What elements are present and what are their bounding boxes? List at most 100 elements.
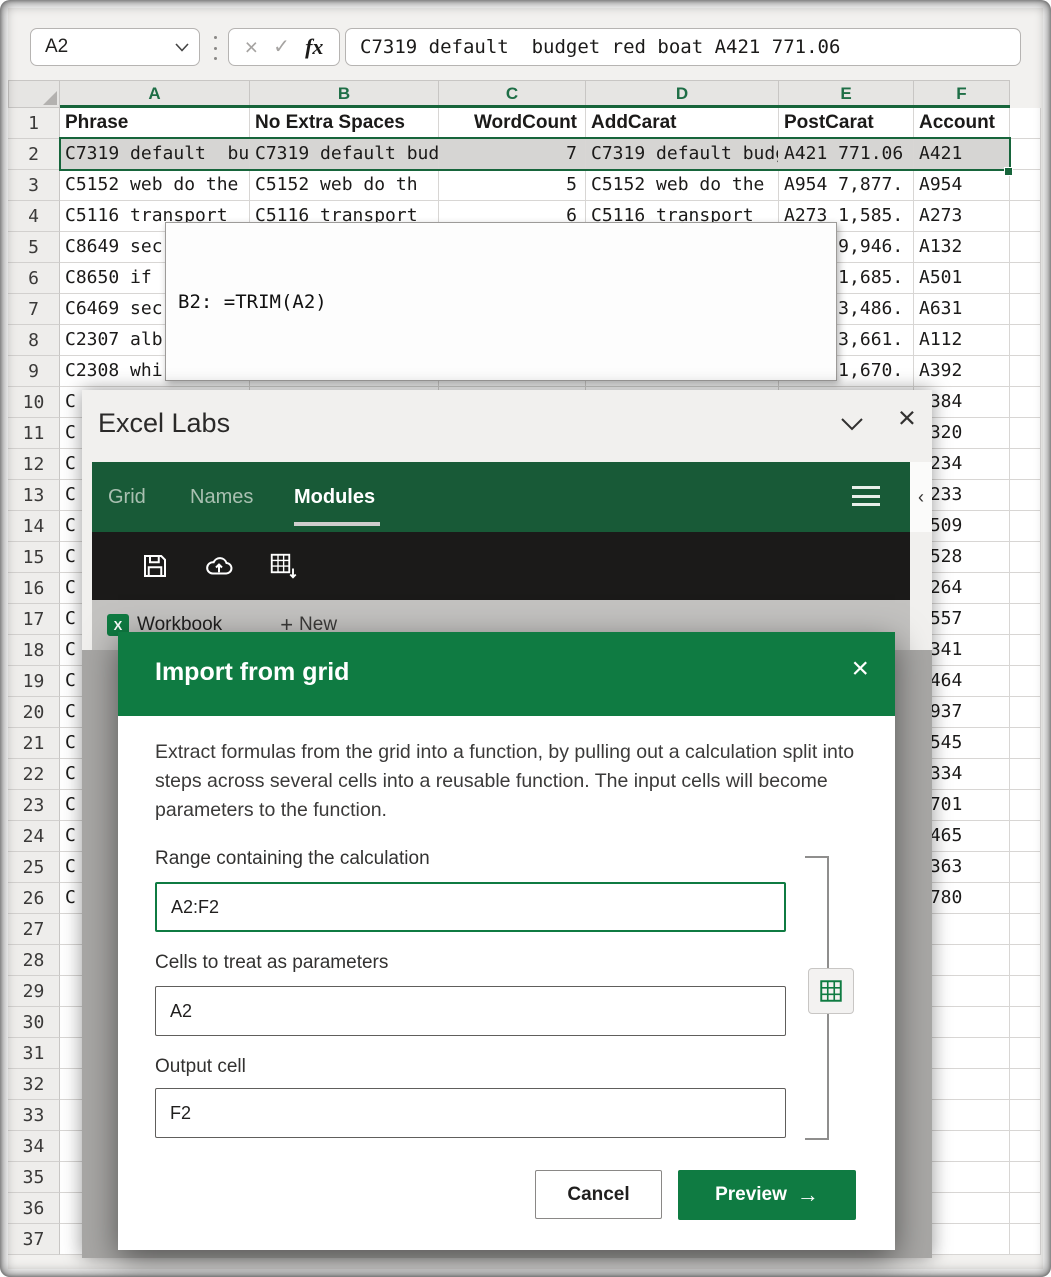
grid-cell[interactable] [1010,697,1041,728]
grid-cell[interactable]: A954 [914,170,1010,201]
grid-cell[interactable] [1010,573,1041,604]
grid-cell[interactable] [1010,1193,1041,1224]
grid-cell[interactable]: Phrase [60,108,250,139]
row-header[interactable]: 26 [8,883,60,914]
grid-cell[interactable] [1010,759,1041,790]
grid-cell[interactable] [1010,945,1041,976]
range-picker-button[interactable] [808,968,854,1014]
range-input[interactable] [155,882,786,932]
grid-cell[interactable] [1010,1100,1041,1131]
grid-cell[interactable]: 5 [439,170,586,201]
grid-cell[interactable]: A112 [914,325,1010,356]
menu-icon[interactable] [852,486,880,506]
row-header[interactable]: 5 [8,232,60,263]
grid-cell[interactable] [1010,511,1041,542]
cancel-entry-icon[interactable]: × [245,35,258,59]
grid-cell[interactable] [1010,325,1041,356]
row-header[interactable]: 23 [8,790,60,821]
row-header[interactable]: 24 [8,821,60,852]
grid-cell[interactable] [1010,418,1041,449]
row-header[interactable]: 32 [8,1069,60,1100]
grid-cell[interactable] [1010,821,1041,852]
grid-cell[interactable] [1010,1038,1041,1069]
column-header[interactable]: D [586,80,779,108]
grid-cell[interactable]: 7 [439,139,586,170]
grid-cell[interactable] [1010,914,1041,945]
grid-cell[interactable] [1010,108,1041,139]
grid-cell[interactable]: No Extra Spaces [250,108,439,139]
row-header[interactable]: 31 [8,1038,60,1069]
grid-cell[interactable]: A273 [914,201,1010,232]
grid-cell[interactable] [1010,232,1041,263]
row-header[interactable]: 34 [8,1131,60,1162]
grid-cell[interactable] [1010,139,1041,170]
select-all-corner[interactable] [8,80,60,108]
row-header[interactable]: 6 [8,263,60,294]
grid-cell[interactable] [1010,356,1041,387]
grid-cell[interactable] [1010,883,1041,914]
row-header[interactable]: 19 [8,666,60,697]
row-header[interactable]: 1 [8,108,60,139]
row-header[interactable]: 2 [8,139,60,170]
grid-cell[interactable] [1010,387,1041,418]
row-header[interactable]: 14 [8,511,60,542]
grid-cell[interactable]: C5152 web do the [586,170,779,201]
grid-cell[interactable]: C7319 default budget red boat A421 771.0… [250,139,439,170]
row-header[interactable]: 37 [8,1224,60,1255]
row-header[interactable]: 4 [8,201,60,232]
row-header[interactable]: 15 [8,542,60,573]
row-header[interactable]: 27 [8,914,60,945]
grid-cell[interactable] [1010,542,1041,573]
fill-handle[interactable] [1004,167,1013,176]
pane-close-icon[interactable]: × [898,402,916,433]
import-from-grid-icon[interactable] [268,551,298,581]
grid-cell[interactable]: A954 7,877. [779,170,914,201]
grid-cell[interactable] [1010,852,1041,883]
row-header[interactable]: 8 [8,325,60,356]
grid-cell[interactable]: A631 [914,294,1010,325]
row-header[interactable]: 35 [8,1162,60,1193]
column-header[interactable]: A [60,80,250,108]
formula-bar-input[interactable]: C7319 default budget red boat A421 771.0… [345,28,1021,66]
grid-cell[interactable]: A501 [914,263,1010,294]
row-header[interactable]: 33 [8,1100,60,1131]
grid-cell[interactable] [1010,170,1041,201]
row-header[interactable]: 20 [8,697,60,728]
row-header[interactable]: 12 [8,449,60,480]
grid-cell[interactable] [1010,1162,1041,1193]
grid-cell[interactable] [1010,1069,1041,1100]
grid-cell[interactable]: WordCount [439,108,586,139]
row-header[interactable]: 28 [8,945,60,976]
grid-cell[interactable]: Account [914,108,1010,139]
insert-function-icon[interactable]: fx [305,34,323,60]
row-header[interactable]: 7 [8,294,60,325]
enter-entry-icon[interactable]: ✓ [273,37,290,57]
row-header[interactable]: 29 [8,976,60,1007]
grid-cell[interactable]: C5152 web do th [250,170,439,201]
grid-cell[interactable] [1010,263,1041,294]
grid-cell[interactable]: C5152 web do the [60,170,250,201]
grid-cell[interactable] [1010,1007,1041,1038]
grid-cell[interactable] [1010,480,1041,511]
collapse-pane-icon[interactable]: ‹ [910,462,932,532]
row-header[interactable]: 17 [8,604,60,635]
row-header[interactable]: 13 [8,480,60,511]
preview-button[interactable]: Preview → [678,1170,856,1220]
save-icon[interactable] [140,551,170,581]
grid-cell[interactable]: A421 771.06 [779,139,914,170]
grid-cell[interactable] [1010,790,1041,821]
grid-cell[interactable] [1010,294,1041,325]
grid-cell[interactable]: C7319 default budget red boat A421 771.0… [60,139,250,170]
grid-cell[interactable]: A132 [914,232,1010,263]
grid-cell[interactable]: PostCarat [779,108,914,139]
grid-cell[interactable]: A392 [914,356,1010,387]
column-header[interactable]: B [250,80,439,108]
pane-chevron-down-icon[interactable] [840,416,864,432]
grid-cell[interactable] [1010,1131,1041,1162]
row-header[interactable]: 11 [8,418,60,449]
grid-cell[interactable]: AddCarat [586,108,779,139]
dialog-close-icon[interactable]: × [851,654,869,684]
cloud-upload-icon[interactable] [204,551,234,581]
parameters-input[interactable] [155,986,786,1036]
row-header[interactable]: 9 [8,356,60,387]
